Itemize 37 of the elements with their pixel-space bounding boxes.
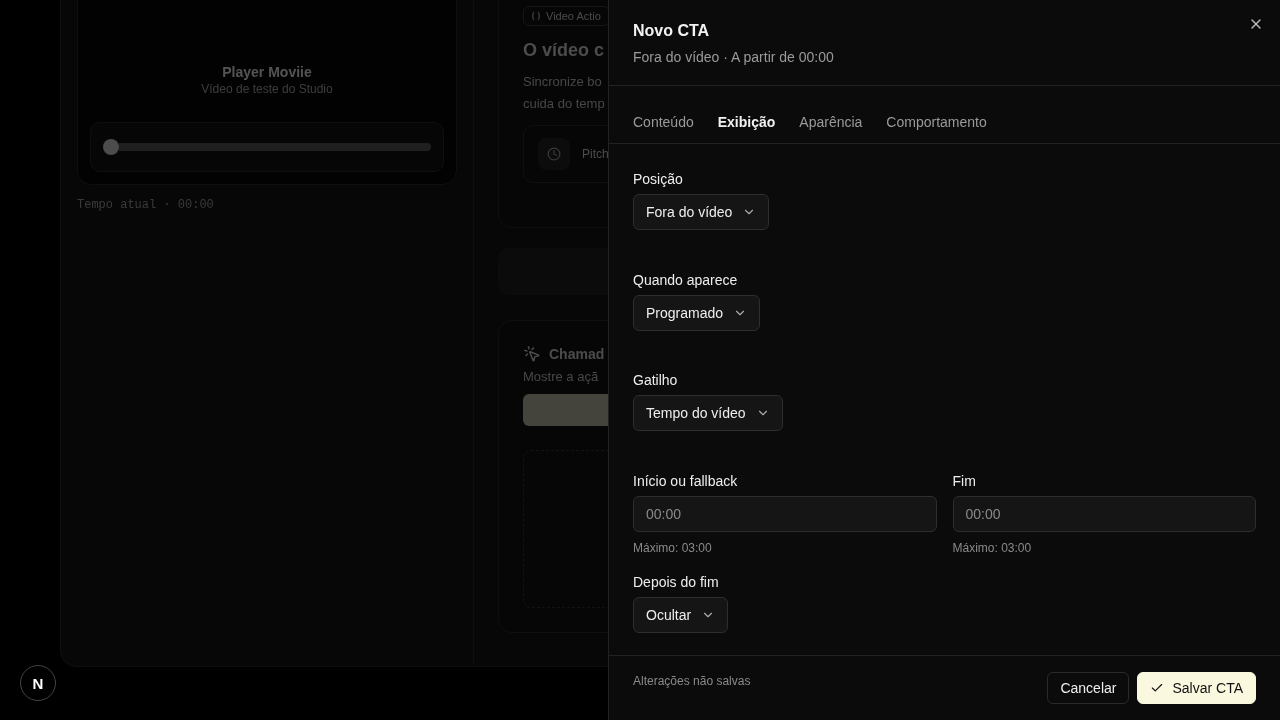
player-subtitle: Vídeo de teste do Studio bbox=[200, 82, 334, 96]
drawer-subtitle: Fora do vídeo · A partir de 00:00 bbox=[633, 49, 835, 65]
save-button[interactable]: Salvar CTA bbox=[1137, 672, 1256, 704]
tab[interactable]: Exibição bbox=[705, 114, 788, 130]
player-title: Player Moviie bbox=[221, 64, 313, 80]
field-hint: Máximo: 03:00 bbox=[952, 540, 1033, 555]
slider-thumb[interactable] bbox=[103, 139, 119, 155]
pointer-click-icon bbox=[523, 345, 541, 363]
field-label: Posição bbox=[633, 171, 684, 187]
tab[interactable]: Comportamento bbox=[874, 114, 999, 130]
field-label: Quando aparece bbox=[633, 271, 739, 288]
braces-icon bbox=[532, 11, 540, 21]
row-label: Pitch bbox=[582, 147, 608, 161]
tab[interactable]: Aparência bbox=[787, 114, 875, 130]
section-heading: O vídeo c bbox=[523, 40, 606, 61]
select-field[interactable]: Tempo do vídeo bbox=[633, 395, 783, 431]
select-field[interactable]: Ocultar bbox=[633, 596, 729, 633]
select-field[interactable]: Programado bbox=[633, 294, 761, 331]
card-title: Chamad bbox=[549, 346, 605, 362]
badge-label: Video Actio bbox=[546, 10, 601, 22]
select-field[interactable]: Fora do vídeo bbox=[633, 194, 770, 230]
unsaved-status: Alterações não salvas bbox=[633, 674, 751, 688]
section-description: Sincronize bo cuida do temp bbox=[523, 73, 606, 113]
field-label: Gatilho bbox=[633, 372, 679, 388]
time-input-field[interactable]: 00:00 bbox=[952, 495, 1256, 532]
cancel-button[interactable]: Cancelar bbox=[1047, 672, 1130, 704]
field-label: Depois do fim bbox=[633, 573, 720, 590]
field-hint: Máximo: 03:00 bbox=[633, 540, 713, 555]
clock-icon bbox=[538, 138, 570, 170]
drawer-title: Novo CTA bbox=[633, 22, 711, 40]
tab[interactable]: Conteúdo bbox=[621, 114, 706, 130]
field-label: Fim bbox=[952, 472, 977, 489]
card-description: Mostre a açã bbox=[523, 369, 600, 384]
field-label: Início ou fallback bbox=[633, 472, 739, 489]
logo-button[interactable]: N bbox=[20, 665, 56, 701]
check-icon bbox=[1150, 681, 1165, 695]
time-input-field[interactable]: 00:00 bbox=[633, 495, 937, 532]
